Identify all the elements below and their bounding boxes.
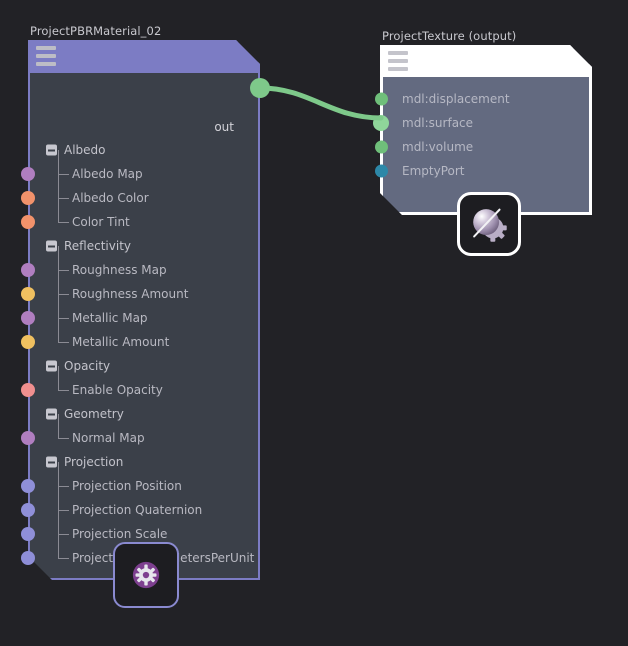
node-header-texture[interactable] <box>380 45 592 77</box>
property-row[interactable]: Enable Opacity <box>21 366 260 402</box>
tree-elbow <box>58 510 69 535</box>
collapse-minus-icon[interactable] <box>46 456 57 468</box>
input-port[interactable] <box>21 383 35 397</box>
property-row[interactable]: Color Tint <box>21 198 260 234</box>
pbr-property-rows: Albedo Albedo Map Albedo Color Color Tint Re… <box>21 138 260 570</box>
property-label: Roughness Map <box>72 263 167 277</box>
property-label: Projection Position <box>72 479 182 493</box>
node-graph-canvas[interactable]: ProjectPBRMaterial_02 out Albedo Albedo M… <box>0 0 628 646</box>
input-port[interactable] <box>21 551 35 565</box>
input-port[interactable] <box>21 215 35 229</box>
property-label: Roughness Amount <box>72 287 189 301</box>
tree-elbow <box>58 318 69 343</box>
tree-elbow <box>58 198 69 223</box>
tree-elbow <box>58 366 69 391</box>
property-label: Projection <box>64 455 124 469</box>
input-port[interactable] <box>21 479 35 493</box>
port-label: mdl:surface <box>402 116 474 130</box>
port-label: mdl:displacement <box>402 92 510 106</box>
collapse-minus-icon[interactable] <box>46 408 57 420</box>
input-port[interactable] <box>21 167 35 181</box>
tree-elbow <box>58 246 69 271</box>
property-label: Geometry <box>64 407 124 421</box>
property-label: Projection Quaternion <box>72 503 203 517</box>
property-label: Albedo <box>64 143 106 157</box>
property-row[interactable]: Metallic Amount <box>21 318 260 354</box>
input-port[interactable] <box>375 164 388 178</box>
material-preview-icon <box>473 208 507 242</box>
input-port[interactable] <box>375 140 388 154</box>
output-port-row[interactable]: mdl:volume <box>375 135 592 159</box>
property-label: Opacity <box>64 359 111 373</box>
output-port-label: out <box>214 120 234 134</box>
input-port[interactable] <box>21 287 35 301</box>
input-port[interactable] <box>21 311 35 325</box>
hamburger-icon[interactable] <box>388 51 408 71</box>
property-label: Reflectivity <box>64 239 132 253</box>
port-label: EmptyPort <box>402 164 465 178</box>
tree-elbow <box>58 462 69 487</box>
input-port[interactable] <box>21 335 35 349</box>
output-port-row[interactable]: mdl:surface <box>373 111 592 135</box>
property-label: Color Tint <box>72 215 130 229</box>
node-project-texture-output[interactable]: ProjectTexture (output) mdl:displacement… <box>373 29 592 215</box>
collapse-minus-icon[interactable] <box>46 360 57 372</box>
node-title-texture: ProjectTexture (output) <box>382 29 517 43</box>
property-label: Albedo Color <box>72 191 149 205</box>
wire-out-to-mdl-surface[interactable] <box>257 85 384 121</box>
input-port[interactable] <box>373 115 389 131</box>
input-port[interactable] <box>21 191 35 205</box>
node-title-pbr: ProjectPBRMaterial_02 <box>30 24 162 38</box>
input-port[interactable] <box>21 527 35 541</box>
input-port[interactable] <box>21 503 35 517</box>
port-label: mdl:volume <box>402 140 474 154</box>
collapse-minus-icon[interactable] <box>46 240 57 252</box>
input-port[interactable] <box>375 92 388 106</box>
tree-elbow <box>58 150 69 175</box>
tree-elbow <box>58 534 69 559</box>
node-header-pbr[interactable] <box>28 40 260 73</box>
tree-elbow <box>58 270 69 295</box>
property-row[interactable]: Normal Map <box>21 414 260 450</box>
tree-elbow <box>58 486 69 511</box>
output-port-row[interactable]: EmptyPort <box>375 159 592 183</box>
property-label: Projection Scale <box>72 527 168 541</box>
property-label: Metallic Amount <box>72 335 170 349</box>
property-label: Normal Map <box>72 431 145 445</box>
input-port[interactable] <box>21 431 35 445</box>
tree-elbow <box>58 414 69 439</box>
node-project-pbr-material[interactable]: ProjectPBRMaterial_02 out Albedo Albedo M… <box>21 24 260 580</box>
property-label: Albedo Map <box>72 167 143 181</box>
tree-elbow <box>58 294 69 319</box>
texture-material-preview-badge[interactable] <box>457 192 521 256</box>
output-port-out[interactable] <box>250 78 270 98</box>
output-port-row[interactable]: mdl:displacement <box>375 87 592 111</box>
property-label: Enable Opacity <box>72 383 163 397</box>
tree-elbow <box>58 174 69 199</box>
pbr-settings-badge[interactable] <box>113 542 179 608</box>
gear-icon <box>132 561 160 589</box>
hamburger-icon[interactable] <box>36 46 56 66</box>
input-port[interactable] <box>21 263 35 277</box>
texture-port-rows: mdl:displacement mdl:surface mdl:volume Emp… <box>373 87 592 183</box>
property-label: Metallic Map <box>72 311 148 325</box>
collapse-minus-icon[interactable] <box>46 144 57 156</box>
